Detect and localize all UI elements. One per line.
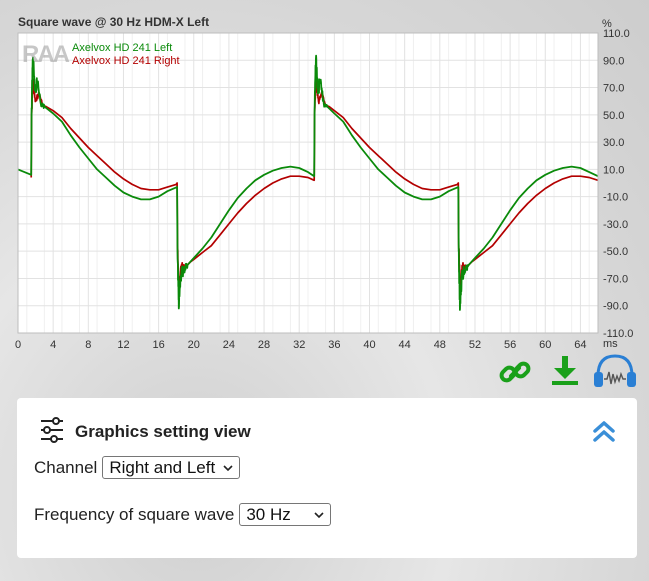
y-tick-label: -90.0 bbox=[603, 301, 628, 313]
y-tick-label: -10.0 bbox=[603, 192, 628, 204]
graphics-settings-panel: Graphics setting view Channel Right and … bbox=[17, 398, 637, 558]
x-tick-label: 32 bbox=[293, 339, 305, 351]
chevron-up-icon[interactable] bbox=[591, 418, 617, 449]
y-tick-label: 90.0 bbox=[603, 55, 624, 67]
x-tick-label: 12 bbox=[117, 339, 129, 351]
x-tick-label: 48 bbox=[434, 339, 446, 351]
svg-text:RAA: RAA bbox=[22, 41, 70, 68]
panel-title: Graphics setting view bbox=[75, 422, 251, 441]
download-icon[interactable] bbox=[549, 354, 581, 391]
x-tick-label: 4 bbox=[50, 339, 56, 351]
x-tick-label: 28 bbox=[258, 339, 270, 351]
y-tick-label: 30.0 bbox=[603, 137, 624, 149]
y-tick-label: -50.0 bbox=[603, 246, 628, 258]
x-tick-label: 40 bbox=[363, 339, 375, 351]
channel-select-value: Right and Left bbox=[109, 457, 216, 477]
y-tick-label: 50.0 bbox=[603, 110, 624, 122]
x-tick-label: 60 bbox=[539, 339, 551, 351]
channel-row: Channel Right and Left bbox=[34, 456, 241, 479]
chevron-down-icon bbox=[314, 511, 324, 518]
frequency-label: Frequency of square wave bbox=[34, 504, 235, 524]
x-tick-label: 52 bbox=[469, 339, 481, 351]
x-tick-label: 16 bbox=[152, 339, 164, 351]
x-tick-label: 20 bbox=[188, 339, 200, 351]
frequency-select-value: 30 Hz bbox=[246, 504, 291, 524]
frequency-select[interactable]: 30 Hz bbox=[239, 503, 332, 526]
y-tick-label: -30.0 bbox=[603, 219, 628, 231]
x-tick-label: 44 bbox=[399, 339, 411, 351]
link-icon[interactable] bbox=[497, 354, 533, 395]
x-tick-label: 8 bbox=[85, 339, 91, 351]
y-tick-label: 10.0 bbox=[603, 164, 624, 176]
y-tick-label: -70.0 bbox=[603, 273, 628, 285]
channel-label: Channel bbox=[34, 457, 98, 477]
headphone-icon[interactable] bbox=[592, 352, 638, 395]
legend-right: Axelvox HD 241 Right bbox=[72, 55, 180, 67]
channel-select[interactable]: Right and Left bbox=[102, 456, 241, 479]
sliders-icon bbox=[39, 416, 65, 449]
x-axis-unit: ms bbox=[603, 338, 618, 350]
frequency-row: Frequency of square wave 30 Hz bbox=[34, 503, 332, 526]
legend-left: Axelvox HD 241 Left bbox=[72, 42, 172, 54]
chevron-down-icon bbox=[223, 464, 233, 471]
raa-logo: RAA bbox=[22, 41, 72, 68]
x-tick-label: 24 bbox=[223, 339, 235, 351]
x-tick-label: 36 bbox=[328, 339, 340, 351]
x-tick-label: 64 bbox=[574, 339, 586, 351]
square-wave-chart: 0 4 8 12 16 20 24 28 32 36 40 44 48 52 56 60 64110.090.0… bbox=[15, 15, 633, 351]
chart-title: Square wave @ 30 Hz HDM-X Left bbox=[18, 15, 209, 29]
y-tick-label: 70.0 bbox=[603, 83, 624, 95]
y-axis-unit: % bbox=[602, 18, 612, 30]
x-tick-label: 0 bbox=[15, 339, 21, 351]
x-tick-label: 56 bbox=[504, 339, 516, 351]
